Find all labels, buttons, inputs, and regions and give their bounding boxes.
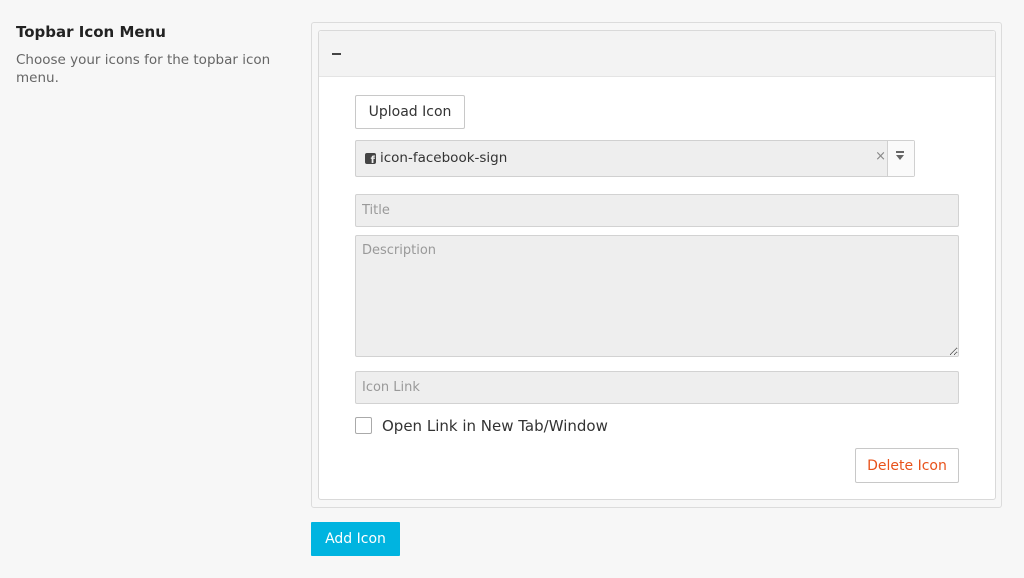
icon-item-panel: Upload Icon icon-facebook-sign × Open Li…	[318, 30, 996, 500]
section-description: Choose your icons for the topbar icon me…	[16, 52, 271, 86]
title-input[interactable]	[355, 194, 959, 227]
chevron-down-icon-bar	[896, 151, 904, 153]
add-icon-button[interactable]: Add Icon	[311, 522, 400, 556]
minus-icon[interactable]	[332, 43, 346, 61]
delete-icon-button[interactable]: Delete Icon	[855, 448, 959, 483]
select-dropdown-toggle[interactable]	[887, 141, 914, 176]
upload-icon-button[interactable]: Upload Icon	[355, 95, 465, 129]
facebook-sign-icon	[365, 153, 376, 166]
chevron-down-icon	[896, 155, 904, 160]
section-title: Topbar Icon Menu	[16, 23, 166, 41]
icon-select[interactable]: icon-facebook-sign ×	[355, 140, 915, 177]
description-textarea[interactable]	[355, 235, 959, 357]
panel-header[interactable]	[319, 31, 995, 77]
new-tab-checkbox[interactable]	[355, 417, 372, 434]
clear-icon[interactable]: ×	[875, 149, 886, 164]
new-tab-label: Open Link in New Tab/Window	[382, 417, 608, 435]
icon-select-value: icon-facebook-sign	[380, 150, 508, 166]
icon-link-input[interactable]	[355, 371, 959, 404]
